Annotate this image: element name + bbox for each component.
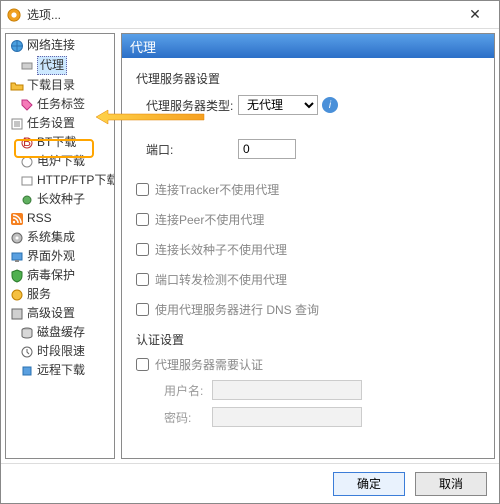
bt-icon: B <box>20 136 34 150</box>
tree-time-limit[interactable]: 时段限速 <box>6 342 114 361</box>
options-window: 选项... ✕ 网络连接 代理 下载目录 任务标签 任务设置 BBT下载 电炉下… <box>0 0 500 504</box>
tree-task-tag[interactable]: 任务标签 <box>6 95 114 114</box>
username-row: 用户名: <box>164 380 480 400</box>
cancel-button[interactable]: 取消 <box>415 472 487 496</box>
chk-auth[interactable]: 代理服务器需要认证 <box>136 356 480 373</box>
chk-tracker[interactable]: 连接Tracker不使用代理 <box>136 181 480 198</box>
chk-peer[interactable]: 连接Peer不使用代理 <box>136 211 480 228</box>
titlebar: 选项... ✕ <box>1 1 499 29</box>
auth-section-title: 认证设置 <box>136 331 480 348</box>
tree-longseed[interactable]: 长效种子 <box>6 190 114 209</box>
tree-http-ftp[interactable]: HTTP/FTP下载 <box>6 171 114 190</box>
tag-icon <box>20 98 34 112</box>
emule-icon <box>20 155 34 169</box>
folder-icon <box>10 79 24 93</box>
tree-appearance[interactable]: 界面外观 <box>6 247 114 266</box>
port-label: 端口: <box>146 141 238 158</box>
tree-bt-download[interactable]: BBT下载 <box>6 133 114 152</box>
tree-proxy[interactable]: 代理 <box>6 55 114 76</box>
tree-network[interactable]: 网络连接 <box>6 36 114 55</box>
info-icon[interactable]: i <box>322 97 338 113</box>
nav-tree[interactable]: 网络连接 代理 下载目录 任务标签 任务设置 BBT下载 电炉下载 HTTP/F… <box>5 33 115 459</box>
http-icon <box>20 174 34 188</box>
port-row: 端口: <box>136 139 480 159</box>
proxy-type-select[interactable]: 无代理 <box>238 95 318 115</box>
tree-rss[interactable]: RSS <box>6 209 114 228</box>
tree-task-settings[interactable]: 任务设置 <box>6 114 114 133</box>
app-icon <box>7 8 21 22</box>
proxy-icon <box>20 59 34 73</box>
clock-icon <box>20 345 34 359</box>
tree-emule[interactable]: 电炉下载 <box>6 152 114 171</box>
seed-icon <box>20 193 34 207</box>
tree-download-dir[interactable]: 下载目录 <box>6 76 114 95</box>
service-icon <box>10 288 24 302</box>
chk-dns[interactable]: 使用代理服务器进行 DNS 查询 <box>136 301 480 318</box>
chk-longseed[interactable]: 连接长效种子不使用代理 <box>136 241 480 258</box>
tree-antivirus[interactable]: 病毒保护 <box>6 266 114 285</box>
globe-icon <box>10 39 24 53</box>
window-title: 选项... <box>27 6 457 23</box>
tree-system[interactable]: 系统集成 <box>6 228 114 247</box>
tree-disk-cache[interactable]: 磁盘缓存 <box>6 323 114 342</box>
password-row: 密码: <box>164 407 480 427</box>
chk-portcheck[interactable]: 端口转发检测不使用代理 <box>136 271 480 288</box>
username-input <box>212 380 362 400</box>
tree-remote[interactable]: 远程下载 <box>6 361 114 380</box>
ok-button[interactable]: 确定 <box>333 472 405 496</box>
password-input <box>212 407 362 427</box>
proxy-type-row: 代理服务器类型: 无代理 i <box>136 95 480 115</box>
port-input[interactable] <box>238 139 296 159</box>
username-label: 用户名: <box>164 382 212 399</box>
tree-services[interactable]: 服务 <box>6 285 114 304</box>
panel-header: 代理 <box>122 34 494 58</box>
remote-icon <box>20 364 34 378</box>
proxy-section-title: 代理服务器设置 <box>136 70 480 87</box>
panel-content: 代理服务器设置 代理服务器类型: 无代理 i 端口: 连接Tracker不使用代… <box>122 58 494 458</box>
shield-icon <box>10 269 24 283</box>
screen-icon <box>10 250 24 264</box>
dialog-footer: 确定 取消 <box>1 463 499 503</box>
password-label: 密码: <box>164 409 212 426</box>
task-icon <box>10 117 24 131</box>
close-button[interactable]: ✕ <box>457 4 493 26</box>
svg-text:B: B <box>23 136 31 149</box>
rss-icon <box>10 212 24 226</box>
advanced-icon <box>10 307 24 321</box>
dialog-body: 网络连接 代理 下载目录 任务标签 任务设置 BBT下载 电炉下载 HTTP/F… <box>1 29 499 463</box>
settings-panel: 代理 代理服务器设置 代理服务器类型: 无代理 i 端口: 连接Tracker不… <box>121 33 495 459</box>
proxy-type-label: 代理服务器类型: <box>146 97 238 114</box>
tree-advanced[interactable]: 高级设置 <box>6 304 114 323</box>
gear-icon <box>10 231 24 245</box>
disk-icon <box>20 326 34 340</box>
